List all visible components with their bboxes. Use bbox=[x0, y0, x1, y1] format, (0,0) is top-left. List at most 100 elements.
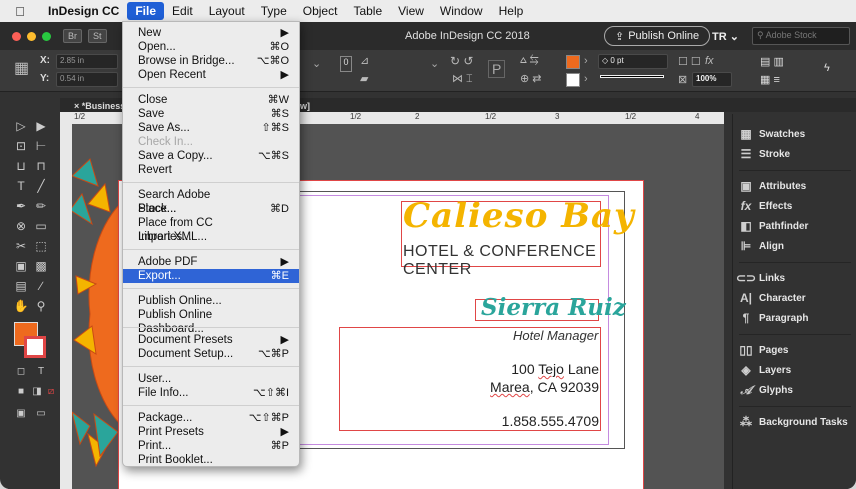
adobe-stock-search[interactable]: ⚲ Adobe Stock bbox=[752, 27, 850, 45]
panel-attributes[interactable]: ▣ Attributes bbox=[733, 176, 856, 196]
menu-item-print-presets[interactable]: Print Presets ▶ bbox=[123, 425, 299, 439]
content-placer-icon[interactable]: ⊓ bbox=[32, 158, 50, 174]
menu-item-new[interactable]: New ▶ bbox=[123, 26, 299, 40]
rotate-icon[interactable]: 0 bbox=[340, 56, 352, 72]
reference-point-icon[interactable]: ▦ bbox=[14, 58, 29, 78]
panel-paragraph[interactable]: ¶ Paragraph bbox=[733, 308, 856, 328]
menu-item-place[interactable]: Place... ⌘D bbox=[123, 202, 299, 216]
rectangle-frame-tool-icon[interactable]: ⊗ bbox=[12, 218, 30, 234]
rotate-cw-icon[interactable]: ↻ ↺ bbox=[450, 54, 473, 68]
menu-item-import-xml[interactable]: Import XML... bbox=[123, 230, 299, 244]
menu-item-revert[interactable]: Revert bbox=[123, 163, 299, 177]
formatting-container-icon[interactable]: ◻ bbox=[12, 364, 30, 380]
hand-tool-icon[interactable]: ✋ bbox=[12, 298, 30, 314]
fill-swatch[interactable] bbox=[566, 55, 580, 69]
align-text-icon[interactable]: ▦ ≡ bbox=[760, 73, 780, 86]
panel-align[interactable]: ⊫ Align bbox=[733, 236, 856, 256]
lightning-icon[interactable]: ϟ bbox=[824, 62, 830, 74]
menu-item-search-adobe-stock[interactable]: Search Adobe Stock... bbox=[123, 188, 299, 215]
rectangle-tool-icon[interactable]: ▭ bbox=[32, 218, 50, 234]
menu-item-file-info[interactable]: File Info... ⌥⇧⌘I bbox=[123, 386, 299, 400]
menu-item-document-presets[interactable]: Document Presets ▶ bbox=[123, 333, 299, 347]
stroke-weight-field[interactable]: ◇ 0 pt bbox=[598, 54, 668, 69]
menu-item-publish-online-dashboard[interactable]: Publish Online Dashboard... bbox=[123, 308, 299, 335]
menu-item-package[interactable]: Package... ⌥⇧⌘P bbox=[123, 411, 299, 425]
corner-options-icon[interactable]: ☐ ☐ bbox=[678, 55, 701, 68]
menu-item-place-from-cc-libraries[interactable]: Place from CC Libraries... bbox=[123, 216, 299, 243]
zoom-window-button[interactable] bbox=[42, 31, 51, 41]
bridge-badge[interactable]: Br bbox=[63, 29, 82, 43]
pencil-tool-icon[interactable]: ✏ bbox=[32, 198, 50, 214]
menu-view[interactable]: View bbox=[390, 2, 432, 20]
select-content-icon[interactable]: ⊕ ⇄ bbox=[520, 72, 542, 85]
panel-glyphs[interactable]: 𝒜 Glyphs bbox=[733, 380, 856, 400]
menu-item-export[interactable]: Export... ⌘E bbox=[123, 269, 299, 283]
panel-pages[interactable]: ▯▯ Pages bbox=[733, 340, 856, 360]
menu-item-document-setup[interactable]: Document Setup... ⌥⌘P bbox=[123, 347, 299, 361]
fx-icon[interactable]: fx bbox=[705, 55, 714, 67]
menu-item-adobe-pdf-presets[interactable]: Adobe PDF Presets ▶ bbox=[123, 255, 299, 282]
stock-badge[interactable]: St bbox=[88, 29, 107, 43]
selection-tool-icon[interactable]: ▷ bbox=[12, 118, 30, 134]
gradient-tool-icon[interactable]: ▣ bbox=[12, 258, 30, 274]
vertical-ruler[interactable] bbox=[60, 124, 72, 489]
panel-pathfinder[interactable]: ◧ Pathfinder bbox=[733, 216, 856, 236]
select-container-icon[interactable]: ⩟ ⇆ bbox=[520, 54, 538, 67]
panel-swatches[interactable]: ▦ Swatches bbox=[733, 124, 856, 144]
flip-icon[interactable]: ⋈ ⌶ bbox=[452, 72, 473, 86]
panel-character[interactable]: A| Character bbox=[733, 288, 856, 308]
menu-edit[interactable]: Edit bbox=[164, 2, 201, 20]
menu-item-open-recent[interactable]: Open Recent ▶ bbox=[123, 68, 299, 82]
workspace-switcher[interactable]: TR ⌄ bbox=[712, 30, 739, 43]
screen-mode-icon[interactable]: ▣ bbox=[12, 406, 30, 422]
menu-item-open[interactable]: Open... ⌘O bbox=[123, 40, 299, 54]
preview-mode-icon[interactable]: ▭ bbox=[32, 406, 50, 422]
content-collector-icon[interactable]: ⊔ bbox=[12, 158, 30, 174]
opacity-field[interactable]: 100% bbox=[692, 72, 732, 87]
fill-arrow-icon[interactable]: › bbox=[584, 55, 588, 67]
menu-type[interactable]: Type bbox=[253, 2, 295, 20]
direct-selection-tool-icon[interactable]: ▶ bbox=[32, 118, 50, 134]
gradient-feather-tool-icon[interactable]: ▩ bbox=[32, 258, 50, 274]
publish-online-button[interactable]: ⇪ Publish Online bbox=[604, 26, 711, 46]
menu-item-save-as[interactable]: Save As... ⇧⌘S bbox=[123, 121, 299, 135]
menu-object[interactable]: Object bbox=[295, 2, 346, 20]
dropdown-chevron-icon[interactable]: ⌄ bbox=[430, 57, 439, 70]
panel-stroke[interactable]: ☰ Stroke bbox=[733, 144, 856, 164]
x-position-field[interactable]: 2.85 in bbox=[56, 54, 118, 69]
gap-tool-icon[interactable]: ⊢ bbox=[32, 138, 50, 154]
type-tool-icon[interactable]: T bbox=[12, 178, 30, 194]
formatting-text-icon[interactable]: T bbox=[32, 364, 50, 380]
menu-item-user[interactable]: User... bbox=[123, 372, 299, 386]
apple-icon[interactable]:  bbox=[0, 4, 40, 19]
free-transform-tool-icon[interactable]: ⬚ bbox=[32, 238, 50, 254]
menu-item-save[interactable]: Save ⌘S bbox=[123, 107, 299, 121]
apply-none-icon[interactable]: ⧄ bbox=[42, 384, 60, 400]
zoom-tool-icon[interactable]: ⚲ bbox=[32, 298, 50, 314]
menu-item-save-a-copy[interactable]: Save a Copy... ⌥⌘S bbox=[123, 149, 299, 163]
menu-table[interactable]: Table bbox=[345, 2, 390, 20]
close-window-button[interactable] bbox=[12, 31, 21, 41]
note-tool-icon[interactable]: ▤ bbox=[12, 278, 30, 294]
menu-item-close[interactable]: Close ⌘W bbox=[123, 93, 299, 107]
y-position-field[interactable]: 0.54 in bbox=[56, 72, 118, 87]
menu-item-print[interactable]: Print... ⌘P bbox=[123, 439, 299, 453]
menu-item-print-booklet[interactable]: Print Booklet... bbox=[123, 453, 299, 467]
dropdown-chevron-icon[interactable]: ⌄ bbox=[312, 57, 321, 70]
panel-background-tasks[interactable]: ⁂ Background Tasks bbox=[733, 412, 856, 432]
stroke-type-selector[interactable] bbox=[600, 75, 664, 78]
stroke-swatch[interactable] bbox=[566, 73, 580, 87]
menu-layout[interactable]: Layout bbox=[201, 2, 253, 20]
menu-window[interactable]: Window bbox=[432, 2, 491, 20]
menu-item-publish-online[interactable]: Publish Online... bbox=[123, 294, 299, 308]
frame-type-icon[interactable]: P bbox=[488, 60, 506, 78]
pen-tool-icon[interactable]: ✒ bbox=[12, 198, 30, 214]
panel-links[interactable]: ⊂⊃ Links bbox=[733, 268, 856, 288]
scissors-tool-icon[interactable]: ✂ bbox=[12, 238, 30, 254]
page-tool-icon[interactable]: ⊡ bbox=[12, 138, 30, 154]
text-wrap-icon[interactable]: ▤ ▥ bbox=[760, 55, 784, 68]
menu-item-browse-in-bridge[interactable]: Browse in Bridge... ⌥⌘O bbox=[123, 54, 299, 68]
stroke-arrow-icon[interactable]: › bbox=[584, 73, 588, 85]
document-tab[interactable]: × *Business bbox=[74, 101, 125, 111]
panel-layers[interactable]: ◈ Layers bbox=[733, 360, 856, 380]
